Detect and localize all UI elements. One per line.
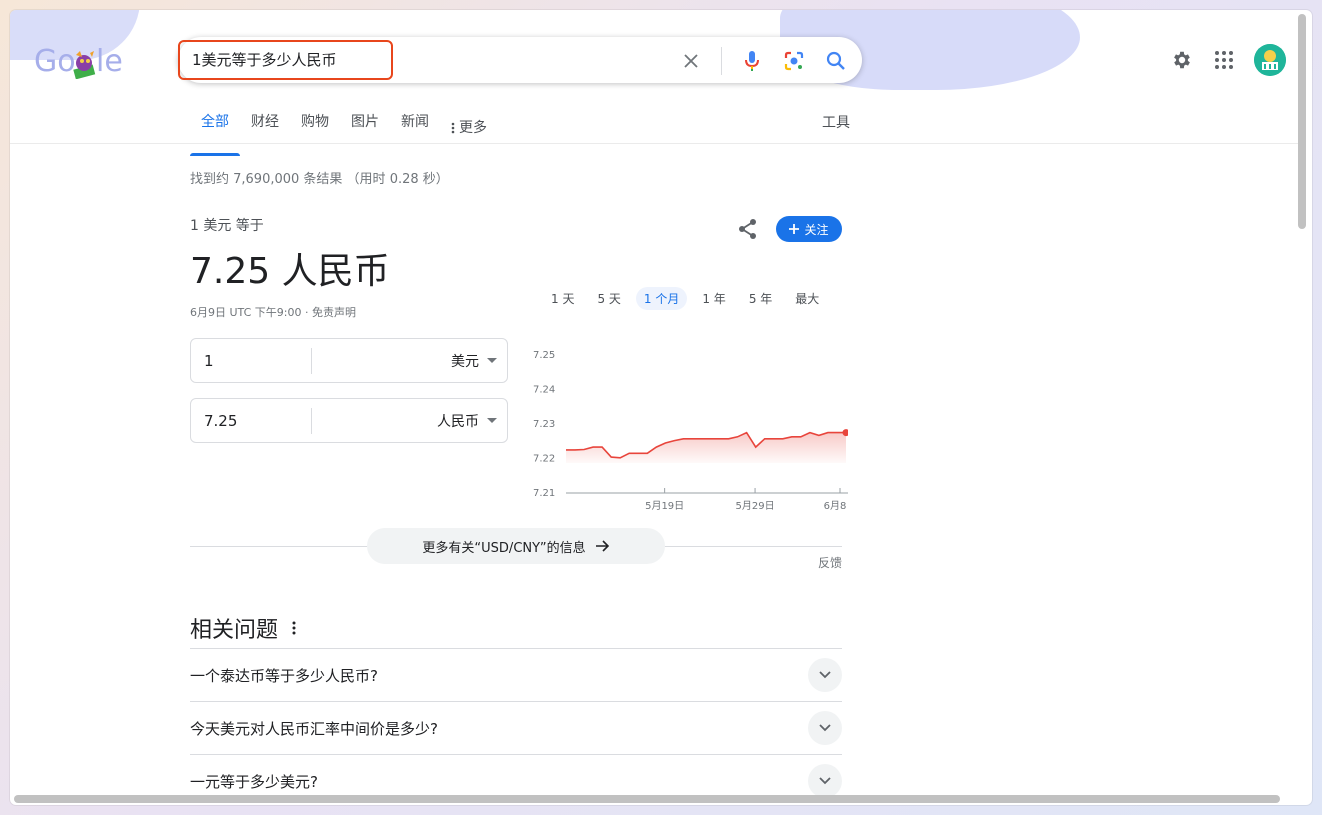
to-currency-field[interactable]: 7.25 人民币 xyxy=(190,398,508,443)
related-question-text: 今天美元对人民币汇率中间价是多少? xyxy=(190,719,438,738)
avatar[interactable] xyxy=(1254,44,1286,76)
svg-text:le: le xyxy=(96,44,123,79)
related-title-label: 相关问题 xyxy=(190,618,279,643)
search-box[interactable]: 1美元等于多少人民币 xyxy=(178,37,862,83)
google-doodle-logo[interactable]: Go le xyxy=(34,43,134,80)
range-5y[interactable]: 5 年 xyxy=(741,287,780,310)
range-1d[interactable]: 1 天 xyxy=(543,287,582,310)
share-icon[interactable] xyxy=(737,218,759,244)
more-info-button[interactable]: 更多有关“USD/CNY”的信息 xyxy=(367,528,665,564)
related-question-row[interactable]: 今天美元对人民币汇率中间价是多少? xyxy=(190,701,842,754)
result-stats: 找到约 7,690,000 条结果 （用时 0.28 秒） xyxy=(190,172,449,187)
exchange-rate-chart[interactable]: 7.25 7.24 7.23 7.22 7.21 5月19日 5月29日 6月8日 xyxy=(518,335,848,520)
tab-images[interactable]: 图片 xyxy=(340,112,390,144)
x-tick-label: 6月8日 xyxy=(824,500,848,512)
apps-grid-icon[interactable] xyxy=(1212,48,1236,72)
related-question-text: 一个泰达币等于多少人民币? xyxy=(190,666,378,685)
more-info-label: 更多有关“USD/CNY”的信息 xyxy=(422,540,586,556)
converter-value: 7.25 人民币 xyxy=(190,251,390,292)
chart-area-fill xyxy=(566,432,846,463)
camera-lens-icon[interactable] xyxy=(782,49,806,73)
y-tick-label: 7.24 xyxy=(533,385,555,396)
more-options-icon[interactable] xyxy=(292,621,296,635)
from-currency-label: 美元 xyxy=(451,353,479,370)
follow-label: 关注 xyxy=(804,222,829,237)
tab-more-label: 更多 xyxy=(459,120,487,136)
from-amount-input[interactable]: 1 xyxy=(191,352,311,370)
search-icon[interactable] xyxy=(824,49,848,73)
related-questions-title: 相关问题 xyxy=(190,612,296,644)
range-5d[interactable]: 5 天 xyxy=(589,287,628,310)
search-tabs: 全部 财经 购物 图片 新闻 更多 xyxy=(190,112,498,156)
chevron-down-icon[interactable] xyxy=(808,764,842,798)
search-input[interactable]: 1美元等于多少人民币 xyxy=(192,49,337,70)
follow-button[interactable]: 关注 xyxy=(776,216,842,242)
tab-more[interactable]: 更多 xyxy=(440,112,498,144)
to-currency-label: 人民币 xyxy=(437,413,479,430)
chevron-down-icon[interactable] xyxy=(808,711,842,745)
google-logo-icon: Go le xyxy=(34,44,123,80)
svg-text:Go: Go xyxy=(34,44,76,79)
to-currency-select[interactable]: 人民币 xyxy=(312,411,507,431)
x-tick-label: 5月19日 xyxy=(645,500,684,512)
related-question-row[interactable]: 一个泰达币等于多少人民币? xyxy=(190,648,842,701)
tab-finance[interactable]: 财经 xyxy=(240,112,290,144)
range-1m[interactable]: 1 个月 xyxy=(635,287,688,310)
tab-news[interactable]: 新闻 xyxy=(390,112,440,144)
horizontal-scrollbar[interactable] xyxy=(14,795,1280,803)
microphone-icon[interactable] xyxy=(740,49,764,73)
tab-all[interactable]: 全部 xyxy=(190,112,240,156)
tabs-divider xyxy=(10,143,1300,144)
gear-icon[interactable] xyxy=(1170,48,1194,72)
range-max[interactable]: 最大 xyxy=(787,287,827,310)
x-tick-label: 5月29日 xyxy=(736,500,775,512)
vertical-scrollbar[interactable] xyxy=(1298,14,1306,229)
browser-window: Go le 1美元等于多少人民币 全部 财经 购物 图片 新闻 更多 工具 找到… xyxy=(10,10,1312,805)
y-tick-label: 7.25 xyxy=(533,350,555,361)
clear-icon[interactable] xyxy=(679,49,703,73)
tools-button[interactable]: 工具 xyxy=(822,112,850,132)
arrow-right-icon xyxy=(595,540,609,552)
range-1y[interactable]: 1 年 xyxy=(694,287,733,310)
converter-label: 1 美元 等于 xyxy=(190,218,264,234)
tab-shopping[interactable]: 购物 xyxy=(290,112,340,144)
converter-date-note[interactable]: 6月9日 UTC 下午9:00 · 免责声明 xyxy=(190,304,356,320)
feedback-link[interactable]: 反馈 xyxy=(818,554,842,571)
dropdown-arrow-icon xyxy=(487,357,497,363)
from-currency-select[interactable]: 美元 xyxy=(312,351,507,371)
more-vert-icon xyxy=(451,122,455,134)
y-tick-label: 7.22 xyxy=(533,454,555,465)
y-tick-label: 7.23 xyxy=(533,419,555,430)
to-amount-input[interactable]: 7.25 xyxy=(191,412,311,430)
search-divider xyxy=(721,47,722,75)
related-question-text: 一元等于多少美元? xyxy=(190,772,318,791)
dropdown-arrow-icon xyxy=(487,417,497,423)
chart-range-selector: 1 天 5 天 1 个月 1 年 5 年 最大 xyxy=(543,287,834,310)
plus-icon xyxy=(789,224,800,234)
from-currency-field[interactable]: 1 美元 xyxy=(190,338,508,383)
y-tick-label: 7.21 xyxy=(533,488,555,499)
chevron-down-icon[interactable] xyxy=(808,658,842,692)
